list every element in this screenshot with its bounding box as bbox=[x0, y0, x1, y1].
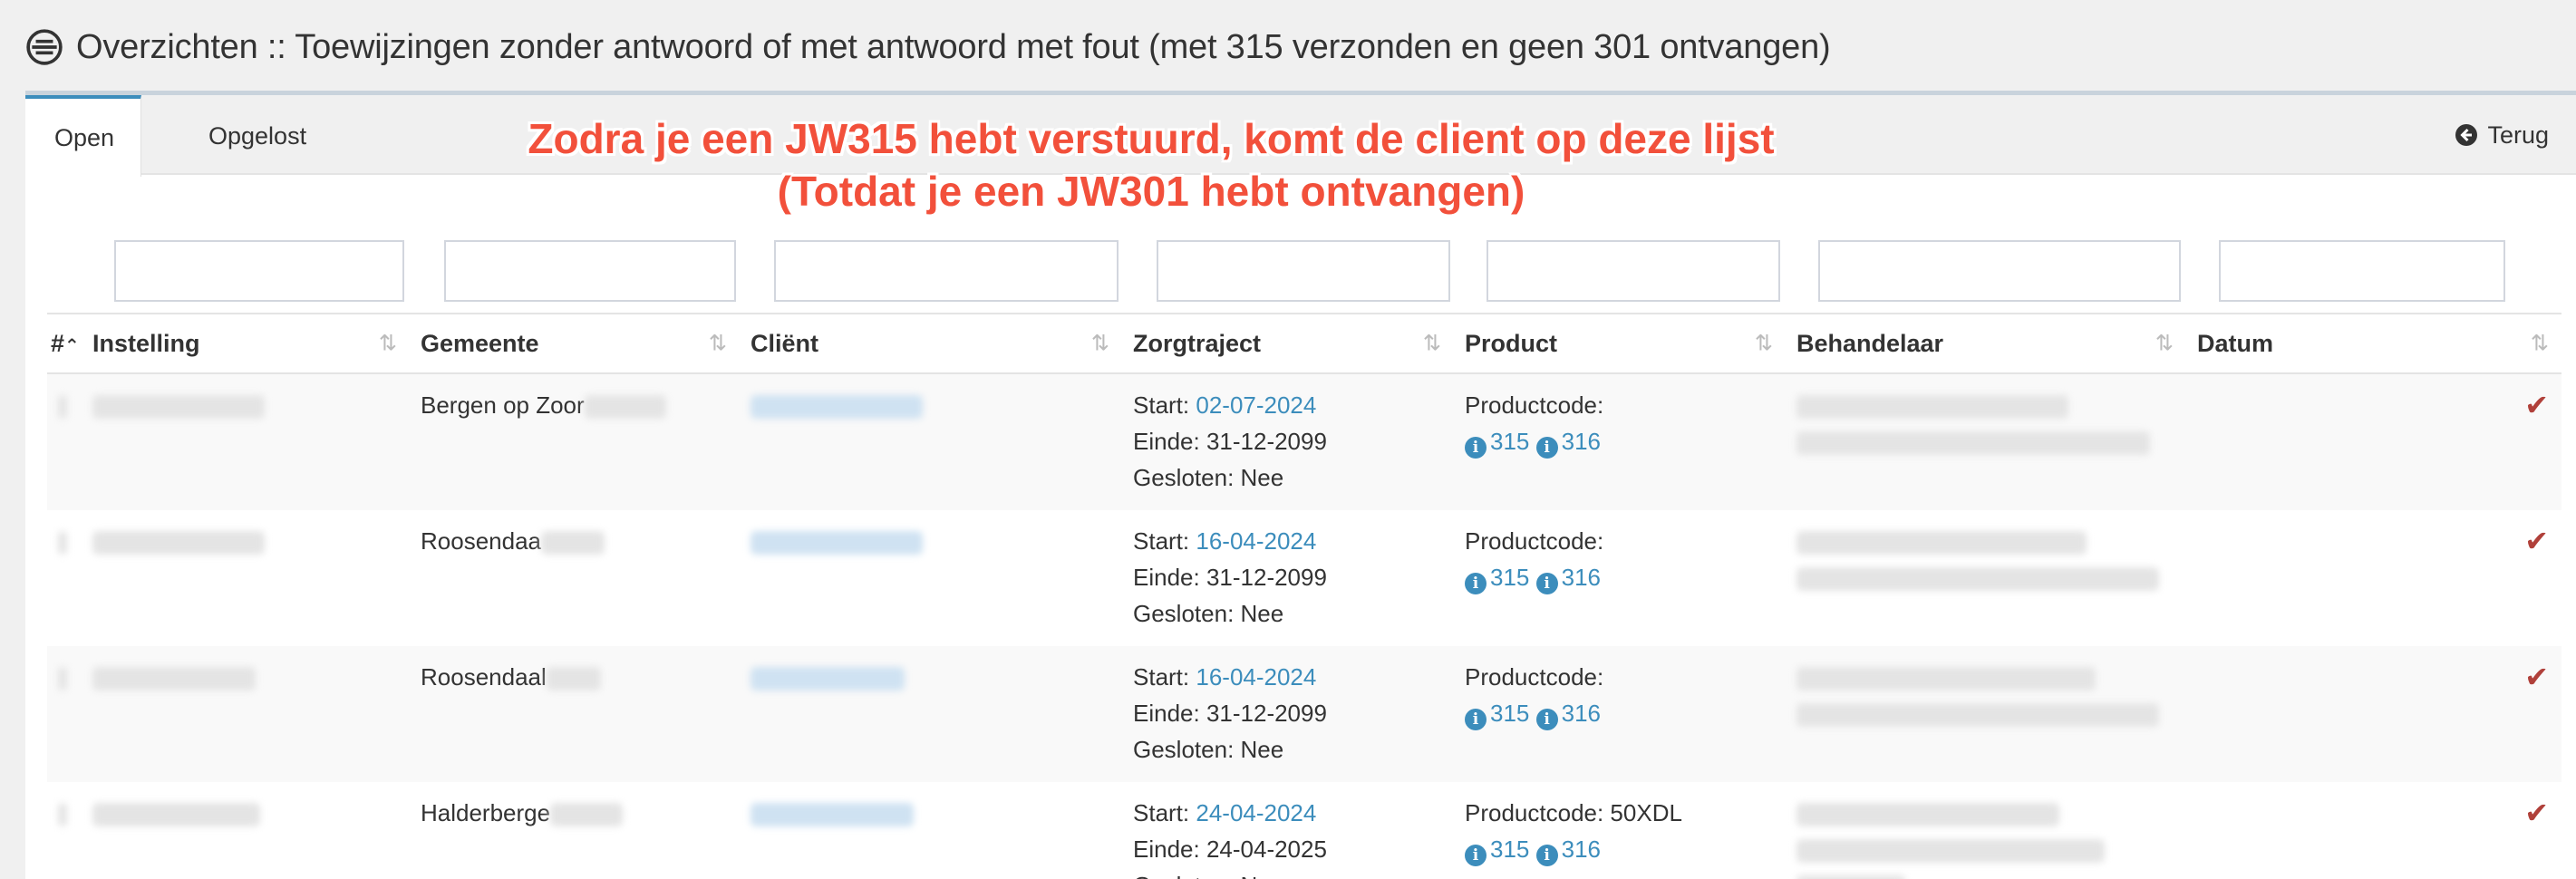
column-header-number[interactable]: #⌃ bbox=[47, 313, 82, 374]
cell-product: Productcode: i 315 i 316 bbox=[1454, 373, 1786, 510]
circle-list-icon bbox=[26, 29, 63, 65]
back-label: Terug bbox=[2487, 121, 2549, 149]
sort-icon: ⇅ bbox=[378, 331, 397, 356]
start-date-link[interactable]: 24-04-2024 bbox=[1196, 799, 1316, 826]
cell-behandelaar bbox=[1786, 373, 2186, 510]
table-row: Halderberge Start: 24-04-2024 Einde: 24-… bbox=[47, 782, 2561, 879]
cell-instelling bbox=[82, 510, 410, 646]
sort-icon: ⇅ bbox=[2155, 331, 2174, 356]
check-icon: ✔ bbox=[2524, 525, 2549, 557]
start-date-link[interactable]: 02-07-2024 bbox=[1196, 391, 1316, 419]
cell-product: Productcode: i 315 i 316 bbox=[1454, 646, 1786, 782]
back-button[interactable]: Terug bbox=[2455, 95, 2549, 175]
sort-icon: ⇅ bbox=[1090, 331, 1109, 356]
cell-behandelaar bbox=[1786, 510, 2186, 646]
filter-client-input[interactable] bbox=[774, 240, 1119, 302]
filter-datum-input[interactable] bbox=[2219, 240, 2505, 302]
cell-zorgtraject: Start: 24-04-2024 Einde: 24-04-2025 Gesl… bbox=[1133, 799, 1327, 879]
cell-instelling bbox=[82, 373, 410, 510]
product-315-link[interactable]: 315 bbox=[1490, 428, 1529, 455]
cell-gemeente: Roosendaal bbox=[410, 646, 740, 782]
product-315-link[interactable]: 315 bbox=[1490, 700, 1529, 727]
cell-zorgtraject: Start: 16-04-2024 Einde: 31-12-2099 Gesl… bbox=[1133, 527, 1327, 627]
cell-instelling bbox=[82, 782, 410, 879]
check-icon: ✔ bbox=[2186, 646, 2561, 782]
sort-icon: ⇅ bbox=[1422, 331, 1441, 356]
circle-arrow-left-icon bbox=[2455, 124, 2478, 146]
cell-zorgtraject: Start: 16-04-2024 Einde: 31-12-2099 Gesl… bbox=[1122, 646, 1454, 782]
page-header: Overzichten :: Toewijzingen zonder antwo… bbox=[25, 20, 1831, 74]
cell-number bbox=[47, 510, 82, 646]
table-header-row: #⌃ Instelling ⇅ Gemeente ⇅ Cliënt ⇅ Zorgtra… bbox=[47, 313, 2561, 374]
filter-zorgtraject-input[interactable] bbox=[1157, 240, 1450, 302]
product-316-link[interactable]: 316 bbox=[1562, 428, 1601, 455]
filter-behandelaar-input[interactable] bbox=[1818, 240, 2181, 302]
product-315-link[interactable]: 315 bbox=[1490, 564, 1529, 591]
start-date-link[interactable]: 16-04-2024 bbox=[1196, 527, 1316, 555]
page-title: Overzichten :: Toewijzingen zonder antwo… bbox=[76, 27, 1831, 66]
sort-icon: ⇅ bbox=[708, 331, 727, 356]
product-316-link[interactable]: 316 bbox=[1562, 564, 1601, 591]
filter-product-input[interactable] bbox=[1487, 240, 1780, 302]
sort-icon: ⇅ bbox=[1754, 331, 1773, 356]
info-circle-icon: i bbox=[1535, 845, 1558, 866]
cell-behandelaar bbox=[1786, 646, 2186, 782]
assignments-table: #⌃ Instelling ⇅ Gemeente ⇅ Cliënt ⇅ Zorgtra… bbox=[47, 313, 2561, 879]
product-316-link[interactable]: 316 bbox=[1562, 700, 1601, 727]
info-circle-icon: i bbox=[1465, 573, 1487, 594]
column-header-instelling[interactable]: Instelling ⇅ bbox=[82, 313, 410, 374]
check-icon: ✔ bbox=[2186, 373, 2561, 510]
check-icon: ✔ bbox=[2524, 797, 2549, 829]
client-link[interactable] bbox=[751, 531, 923, 555]
filter-instelling-input[interactable] bbox=[114, 240, 404, 302]
table-row: Roosendaa Start: 16-04-2024 Einde: 31-12… bbox=[47, 510, 2561, 646]
client-link[interactable] bbox=[751, 395, 923, 420]
start-date-link[interactable]: 16-04-2024 bbox=[1196, 663, 1316, 691]
info-circle-icon: i bbox=[1535, 573, 1558, 594]
cell-gemeente: Roosendaa bbox=[410, 510, 740, 646]
column-header-behandelaar[interactable]: Behandelaar ⇅ bbox=[1786, 313, 2186, 374]
info-circle-icon: i bbox=[1535, 709, 1558, 730]
cell-zorgtraject: Start: 02-07-2024 Einde: 31-12-2099 Gesl… bbox=[1122, 373, 1454, 510]
info-circle-icon: i bbox=[1535, 437, 1558, 459]
info-circle-icon: i bbox=[1465, 437, 1487, 459]
tab-open[interactable]: Open bbox=[25, 95, 141, 177]
column-header-product[interactable]: Product ⇅ bbox=[1454, 313, 1786, 374]
client-link[interactable] bbox=[751, 803, 914, 827]
cell-gemeente: Halderberge bbox=[410, 782, 740, 879]
tab-opgelost[interactable]: Opgelost bbox=[179, 95, 335, 177]
cell-behandelaar bbox=[1786, 782, 2186, 879]
cell-gemeente: Bergen op Zoor bbox=[410, 373, 740, 510]
product-315-link[interactable]: 315 bbox=[1490, 836, 1529, 863]
column-header-datum[interactable]: Datum ⇅ bbox=[2186, 313, 2561, 374]
filter-row bbox=[25, 236, 2576, 308]
cell-number bbox=[47, 782, 82, 879]
cell-instelling bbox=[82, 646, 410, 782]
cell-client bbox=[740, 782, 1122, 879]
annotation-line-1: Zodra je een JW315 hebt verstuurd, komt … bbox=[528, 115, 1775, 162]
sort-icon: ⇅ bbox=[2530, 331, 2549, 356]
cell-number bbox=[47, 646, 82, 782]
cell-product: Productcode: i 315 i 316 bbox=[1465, 527, 1604, 594]
column-header-client[interactable]: Cliënt ⇅ bbox=[740, 313, 1122, 374]
cell-number bbox=[47, 373, 82, 510]
client-link[interactable] bbox=[751, 667, 905, 691]
annotation-overlay: Zodra je een JW315 hebt verstuurd, komt … bbox=[471, 112, 1831, 217]
cell-client bbox=[740, 373, 1122, 510]
cell-client bbox=[740, 510, 1122, 646]
annotation-line-2: (Totdat je een JW301 hebt ontvangen) bbox=[777, 168, 1525, 215]
product-316-link[interactable]: 316 bbox=[1562, 836, 1601, 863]
column-header-zorgtraject[interactable]: Zorgtraject ⇅ bbox=[1122, 313, 1454, 374]
cell-client bbox=[740, 646, 1122, 782]
info-circle-icon: i bbox=[1465, 845, 1487, 866]
info-circle-icon: i bbox=[1465, 709, 1487, 730]
table-row: Roosendaal Start: 16-04-2024 Einde: 31-1… bbox=[47, 646, 2561, 782]
table-row: Bergen op Zoor Start: 02-07-2024 Einde: … bbox=[47, 373, 2561, 510]
filter-gemeente-input[interactable] bbox=[444, 240, 736, 302]
column-header-gemeente[interactable]: Gemeente ⇅ bbox=[410, 313, 740, 374]
cell-product: Productcode: 50XDL i 315 i 316 bbox=[1465, 799, 1682, 866]
